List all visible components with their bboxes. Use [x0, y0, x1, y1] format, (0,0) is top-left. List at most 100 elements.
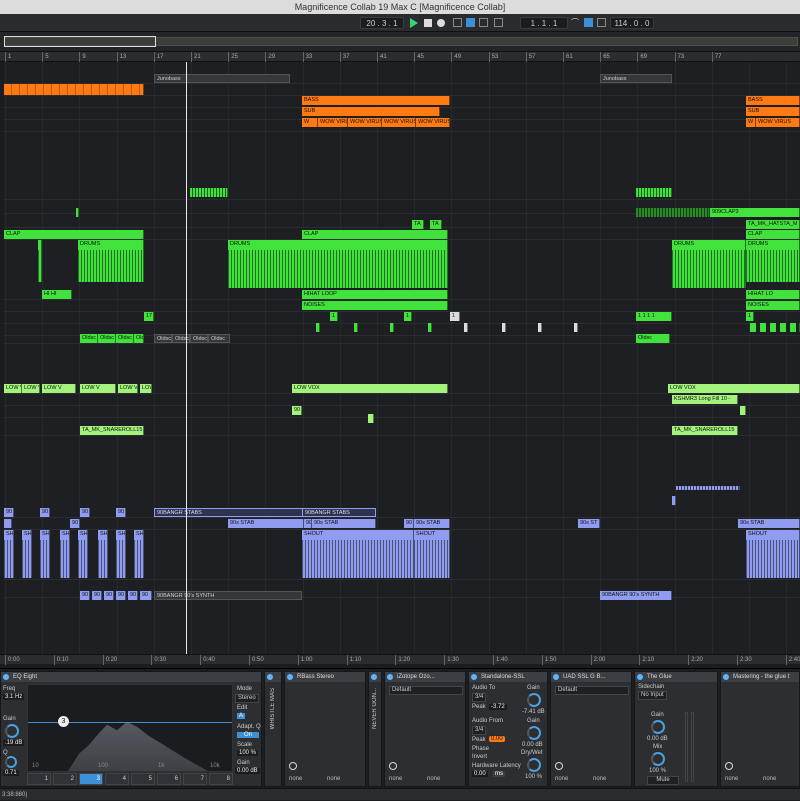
clip-impact-a[interactable]: 1 [330, 312, 338, 321]
clip-w[interactable]: W [302, 118, 318, 127]
power-icon[interactable] [387, 674, 393, 680]
power-icon[interactable] [723, 674, 729, 680]
time-ruler[interactable]: 0:00 0:10 0:20 0:30 0:40 0:50 1:00 1:10 1:20 1:30… [0, 654, 800, 665]
clip-stabs-2[interactable]: 90BANGR STABS [302, 508, 376, 517]
clip-low-v-2[interactable]: LOW V [22, 384, 40, 393]
loop-start-display[interactable]: 1 . 1 . 1 [520, 17, 568, 29]
clip-hihat-loop[interactable]: HIHAT LOOP [302, 290, 448, 299]
clip-vox-tick-2[interactable] [740, 406, 746, 415]
clip-hihat-short[interactable]: HI HI [42, 290, 72, 299]
clip-90-g[interactable]: 90 [304, 519, 312, 528]
clip-tick-row-7[interactable] [538, 323, 542, 332]
mode-select[interactable]: Stereo [235, 694, 259, 703]
clip-90-f[interactable]: 90 [70, 519, 80, 528]
time-marker[interactable]: 1:00 [297, 655, 312, 665]
clip-tick-row-9[interactable] [750, 323, 800, 332]
clip-wow-5[interactable]: WOW VIRUS [756, 118, 800, 127]
clip-sh-5[interactable]: SH [78, 530, 88, 578]
scale-value[interactable]: 100 % [237, 750, 259, 756]
audio-from-select[interactable]: 3/4 [472, 726, 487, 735]
bar-marker[interactable]: 17 [153, 52, 163, 62]
clip-9-a[interactable]: 90 [80, 591, 90, 600]
clip-ta-1[interactable]: TA [412, 220, 424, 229]
clip-bass-intro[interactable] [4, 84, 144, 95]
clip-drum-hit[interactable] [38, 240, 42, 282]
band-button-6[interactable]: 6 [157, 773, 181, 785]
clip-riser-tick[interactable] [672, 496, 676, 505]
audio-to-select[interactable]: 3/4 [472, 693, 487, 702]
time-marker[interactable]: 0:50 [249, 655, 264, 665]
clip-bass[interactable]: BASS [302, 96, 450, 105]
power-icon[interactable] [637, 674, 643, 680]
gain-knob[interactable] [5, 724, 19, 738]
power-icon[interactable] [371, 674, 377, 680]
clip-90-c[interactable]: 90 [40, 508, 50, 517]
clip-90s-stab[interactable]: 90s STAB [228, 519, 304, 528]
time-marker[interactable]: 1:40 [493, 655, 508, 665]
punch-icon[interactable]: ⌒ [570, 17, 580, 29]
bar-marker[interactable]: 65 [600, 52, 610, 62]
clip-w-2[interactable]: W [746, 118, 756, 127]
clip-90s-st[interactable]: 90s ST [578, 519, 600, 528]
eq-band-node[interactable]: 3 [58, 716, 69, 727]
play-icon[interactable] [410, 18, 418, 28]
clip-riser[interactable] [676, 486, 740, 490]
clip-impacts-2[interactable]: 1 1 1 1 [636, 312, 672, 321]
clip-drums-2[interactable]: DRUMS [228, 240, 448, 288]
clip-junobass-2[interactable]: Junobass [600, 74, 672, 83]
clip-90s-synth[interactable]: 90BANGR 90's SYNTH [154, 591, 302, 600]
clip-low-v-1[interactable]: LOW V [4, 384, 22, 393]
device-rbass-stereo[interactable]: RBass Stereo none none [284, 671, 366, 787]
power-icon[interactable] [3, 674, 9, 680]
sidechain-input-select[interactable]: No Input [638, 691, 667, 700]
bar-marker[interactable]: 53 [488, 52, 498, 62]
output-gain-value[interactable]: 0.00 dB [235, 768, 260, 774]
q-knob[interactable] [5, 756, 17, 768]
peak-clip-indicator[interactable]: 0.00 [489, 736, 505, 742]
clip-sh-7[interactable]: SH [116, 530, 126, 578]
clip-impact-d[interactable]: 1 [746, 312, 754, 321]
bar-marker[interactable]: 21 [191, 52, 201, 62]
clip-kshmr-fill[interactable]: KSHMR3 Long Fill 10 - [672, 395, 738, 404]
preset-select[interactable]: Default [389, 686, 463, 695]
clip-909clap[interactable]: 909CLAP3 [710, 208, 800, 217]
sidechain-slot-2[interactable]: none [427, 776, 440, 782]
bar-marker[interactable]: 29 [265, 52, 275, 62]
device-standalone-ssl[interactable]: Standalone-SSL Audio To 3/4 Peak -3.72 A… [468, 671, 548, 787]
clip-impact-b[interactable]: 1 [404, 312, 412, 321]
clip-9-d[interactable]: 90 [116, 591, 126, 600]
clip-tick-row-5[interactable] [464, 323, 468, 332]
time-marker[interactable]: 1:30 [444, 655, 459, 665]
drywet-knob[interactable] [527, 758, 541, 772]
clip-low-v-6[interactable]: LOW V [140, 384, 152, 393]
clip-9-f[interactable]: 90 [140, 591, 152, 600]
clip-impact-c[interactable]: 1 [450, 312, 460, 321]
bar-marker[interactable]: 5 [42, 52, 49, 62]
band-button-3[interactable]: 3 [79, 773, 103, 785]
clip-s90-a[interactable] [4, 519, 12, 528]
clip-sub-2[interactable]: SUB [746, 107, 800, 116]
clip-bass-2[interactable]: BASS [746, 96, 800, 105]
latency-value[interactable]: 0.00 [472, 771, 488, 777]
time-marker[interactable]: 1:20 [395, 655, 410, 665]
time-marker[interactable]: 0:30 [151, 655, 166, 665]
clip-low-v-3[interactable]: LOW V [42, 384, 76, 393]
clip-tick-row-3[interactable] [390, 323, 394, 332]
clip-clap-2[interactable]: CLAP [302, 230, 448, 239]
clip-oldsc-7[interactable]: Oldsc [190, 334, 208, 343]
sidechain-slot-2[interactable]: none [593, 776, 606, 782]
time-marker[interactable]: 0:00 [5, 655, 20, 665]
clip-90-h[interactable]: 90 [404, 519, 414, 528]
clip-drums-4[interactable]: DRUMS [746, 240, 800, 282]
band-button-1[interactable]: 1 [27, 773, 51, 785]
clip-shout-2[interactable]: SHOUT [414, 530, 450, 578]
invert-button[interactable]: Invert [472, 754, 487, 760]
sidechain-slot-2[interactable]: none [763, 776, 776, 782]
time-marker[interactable]: 1:10 [346, 655, 361, 665]
clip-impact-17[interactable]: 17 [144, 312, 154, 321]
clip-fx-burst[interactable] [190, 188, 228, 197]
stop-icon[interactable] [424, 19, 432, 27]
clip-noises-2[interactable]: NOISES [746, 301, 800, 310]
clip-sh-6[interactable]: SH [98, 530, 108, 578]
automation-arm-icon[interactable] [466, 18, 475, 27]
